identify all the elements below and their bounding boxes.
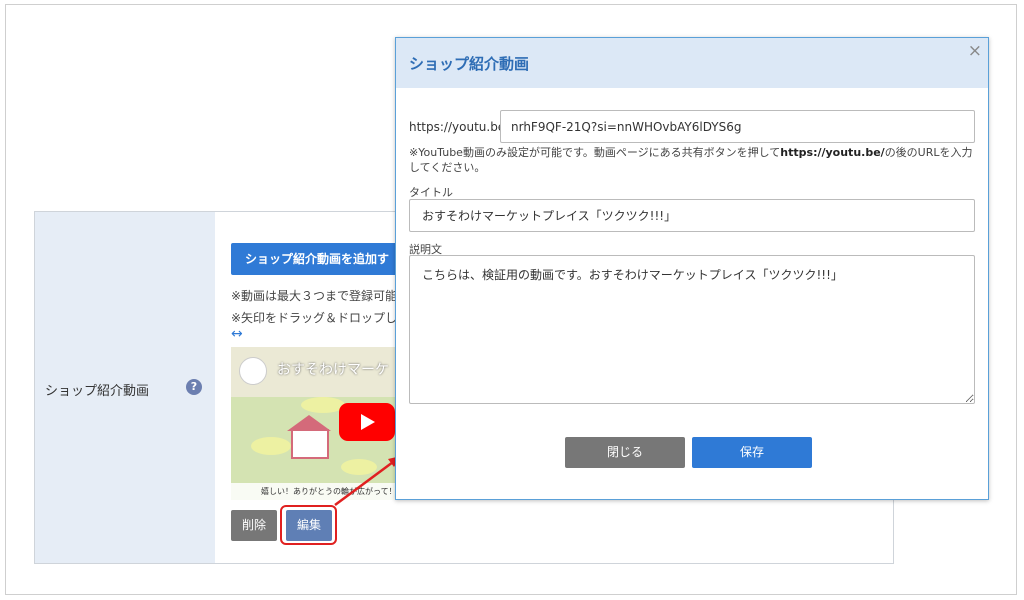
youtube-url-input[interactable]	[500, 110, 975, 143]
close-button[interactable]: 閉じる	[565, 437, 685, 468]
youtube-play-icon[interactable]	[339, 403, 395, 441]
video-caption: 嬉しい！ありがとうの輪が広がって！みん	[231, 483, 396, 500]
url-help-text: ※YouTube動画のみ設定が可能です。動画ページにある共有ボタンを押してhtt…	[409, 145, 974, 175]
edit-button[interactable]: 編集	[286, 510, 332, 541]
thumbnail-house	[291, 429, 329, 459]
save-button[interactable]: 保存	[692, 437, 812, 468]
field-label: ショップ紹介動画	[45, 384, 150, 399]
thumbnail-blob	[251, 437, 291, 455]
note-drag-drop: ※矢印をドラッグ＆ドロップして	[231, 311, 409, 325]
url-help-text-1: ※YouTube動画のみ設定が可能です。動画ページにある共有ボタンを押して	[409, 146, 781, 159]
video-edit-modal: ショップ紹介動画 × https://youtu.be/ ※YouTube動画の…	[395, 37, 989, 500]
modal-title: ショップ紹介動画	[409, 55, 530, 73]
video-title: おすそわけマーケ	[277, 362, 389, 378]
play-triangle	[361, 414, 375, 430]
label-column: ショップ紹介動画 ?	[35, 212, 215, 563]
help-icon[interactable]: ?	[186, 379, 202, 395]
channel-logo-icon	[239, 357, 267, 385]
close-icon[interactable]: ×	[968, 41, 982, 61]
title-label: タイトル	[409, 186, 453, 199]
url-prefix: https://youtu.be/	[409, 120, 510, 134]
modal-header: ショップ紹介動画 ×	[396, 38, 988, 88]
url-help-bold: https://youtu.be/	[780, 146, 885, 159]
thumbnail-blob	[341, 459, 377, 475]
drag-arrow-icon[interactable]: ↔	[231, 326, 243, 342]
video-thumbnail[interactable]: おすそわけマーケ 嬉しい！ありがとうの輪が広がって！みん	[231, 347, 396, 500]
description-textarea[interactable]: こちらは、検証用の動画です。おすそわけマーケットプレイス「ツクツク!!!」	[409, 255, 975, 404]
title-input[interactable]	[409, 199, 975, 232]
delete-button[interactable]: 削除	[231, 510, 277, 541]
note-max-videos: ※動画は最大３つまで登録可能で	[231, 289, 410, 303]
add-video-button[interactable]: ショップ紹介動画を追加する	[231, 243, 397, 298]
